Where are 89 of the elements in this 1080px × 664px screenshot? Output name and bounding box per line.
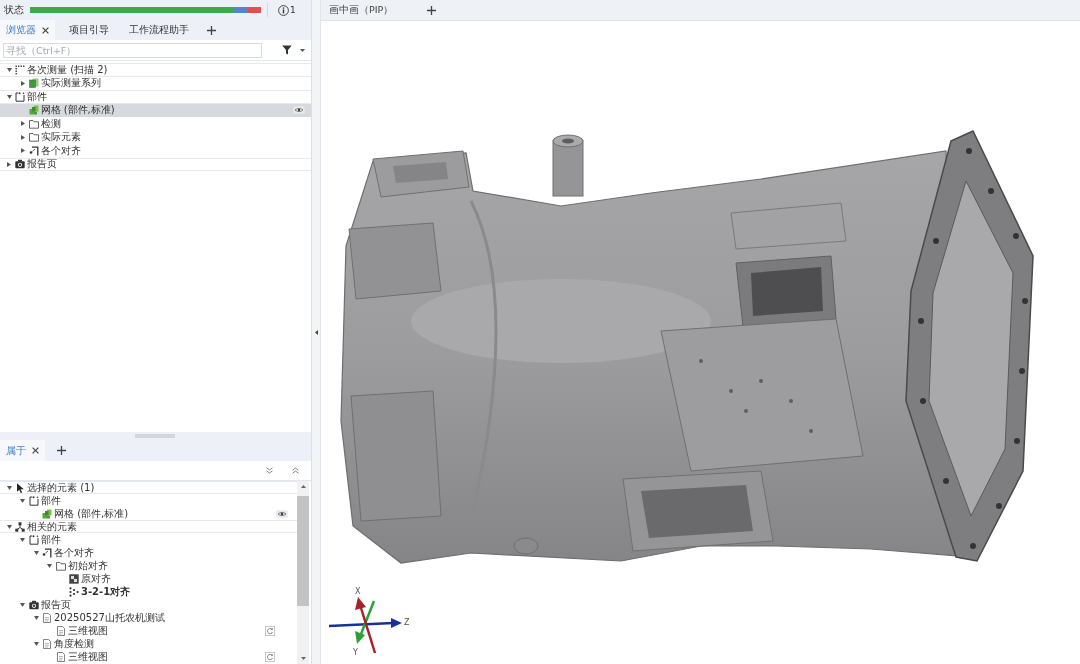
- status-label: 状态: [4, 3, 24, 17]
- eye-icon[interactable]: [276, 509, 288, 518]
- panel-tab[interactable]: 浏览器: [0, 20, 55, 40]
- refresh-icon[interactable]: [265, 651, 275, 662]
- filter-icon[interactable]: [282, 45, 292, 55]
- caret-right-icon[interactable]: [7, 161, 11, 167]
- tree-item[interactable]: 角度检测: [0, 637, 297, 650]
- panel-tab[interactable]: 工作流程助手: [123, 20, 195, 40]
- folder-icon: [55, 560, 66, 571]
- caret-down-icon[interactable]: [6, 524, 12, 529]
- add-tab-icon[interactable]: [57, 446, 66, 455]
- sheets-icon: [28, 78, 39, 89]
- caret-down-icon[interactable]: [6, 67, 12, 72]
- document-icon: [55, 651, 66, 662]
- scroll-up-arrow-icon[interactable]: [300, 485, 306, 488]
- tree-item[interactable]: 部件: [0, 90, 311, 104]
- bracket-icon: [15, 91, 25, 102]
- folder-icon: [28, 132, 39, 143]
- eye-icon[interactable]: [293, 106, 305, 115]
- document-icon: [42, 638, 52, 649]
- tree-item[interactable]: 各个对齐: [0, 546, 297, 559]
- mesh-icon: [28, 105, 39, 116]
- bracket-icon: [28, 495, 39, 506]
- panel-tab[interactable]: 属于: [0, 440, 45, 461]
- tree-item[interactable]: 检测: [0, 117, 311, 131]
- corner-arrow-icon: [42, 547, 52, 558]
- view-tab[interactable]: 画中画（PIP）: [329, 3, 394, 17]
- close-icon[interactable]: [42, 26, 49, 34]
- bracket-icon: [28, 534, 39, 545]
- camera-icon: [15, 159, 25, 170]
- search-field[interactable]: 寻找（Ctrl+F）: [3, 42, 262, 58]
- add-tab-icon[interactable]: [427, 5, 437, 15]
- cursor-icon: [15, 482, 25, 493]
- tree-item[interactable]: 原对齐: [0, 572, 297, 585]
- caret-right-icon[interactable]: [20, 134, 25, 140]
- tree-item[interactable]: 报告页: [0, 157, 311, 171]
- caret-right-icon[interactable]: [20, 121, 25, 127]
- tree-item[interactable]: 网格 (部件,标准): [0, 507, 297, 520]
- caret-right-icon[interactable]: [20, 148, 25, 154]
- tree-item[interactable]: 实际测量系列: [0, 76, 311, 90]
- grid-square-icon: [69, 573, 79, 584]
- info-count: 1: [290, 5, 296, 15]
- caret-down-icon[interactable]: [6, 485, 12, 490]
- tree-item[interactable]: 实际元素: [0, 130, 311, 144]
- caret-right-icon[interactable]: [20, 80, 25, 86]
- network-icon: [15, 521, 25, 532]
- tree-item[interactable]: 选择的元素 (1): [0, 481, 297, 494]
- close-icon[interactable]: [32, 447, 39, 454]
- collapse-arrow-icon[interactable]: [314, 329, 318, 335]
- add-tab-icon[interactable]: [207, 25, 216, 35]
- tree-item[interactable]: 各次测量 (扫描 2): [0, 63, 311, 77]
- tree-item[interactable]: 三维视图: [0, 624, 297, 637]
- tree-item[interactable]: 部件: [0, 494, 297, 507]
- dotted-corner-icon: [15, 64, 25, 75]
- mesh-icon: [42, 508, 52, 519]
- caret-down-icon[interactable]: [20, 602, 25, 607]
- info-icon[interactable]: [278, 4, 289, 16]
- caret-down-icon[interactable]: [20, 537, 25, 542]
- axis-label: Z: [404, 618, 410, 627]
- double-chevron-up-icon[interactable]: [292, 467, 299, 474]
- corner-arrow-icon: [28, 145, 39, 156]
- scrollbar[interactable]: [297, 481, 309, 664]
- axis-label: X: [355, 587, 361, 596]
- caret-down-icon[interactable]: [33, 641, 39, 646]
- caret-down-icon[interactable]: [6, 94, 12, 99]
- tree-item[interactable]: 初始对齐: [0, 559, 297, 572]
- document-icon: [42, 612, 52, 623]
- tree-item[interactable]: 三维视图: [0, 650, 297, 663]
- scroll-down-arrow-icon[interactable]: [300, 657, 306, 660]
- refresh-icon[interactable]: [265, 625, 275, 636]
- panel-tab[interactable]: 项目引导: [63, 20, 115, 40]
- double-chevron-down-icon[interactable]: [266, 467, 273, 474]
- tree-item[interactable]: 部件: [0, 533, 297, 546]
- document-icon: [55, 625, 66, 636]
- tree-item[interactable]: 20250527山托农机测试: [0, 611, 297, 624]
- tree-item[interactable]: 3-2-1对齐: [0, 585, 297, 598]
- camera-icon: [28, 599, 39, 610]
- caret-down-icon[interactable]: [47, 563, 52, 568]
- folder-icon: [28, 118, 39, 129]
- caret-down-icon[interactable]: [20, 498, 25, 503]
- tree-item[interactable]: 报告页: [0, 598, 297, 611]
- caret-down-icon[interactable]: [33, 550, 39, 555]
- caret-down-icon[interactable]: [33, 615, 39, 620]
- scrollbar-thumb[interactable]: [297, 496, 309, 606]
- axis-label: Y: [353, 648, 358, 657]
- tree-item[interactable]: 各个对齐: [0, 144, 311, 158]
- dots-icon: [69, 586, 79, 597]
- tree-item[interactable]: 相关的元素: [0, 520, 297, 533]
- caret-down-icon[interactable]: [300, 48, 305, 52]
